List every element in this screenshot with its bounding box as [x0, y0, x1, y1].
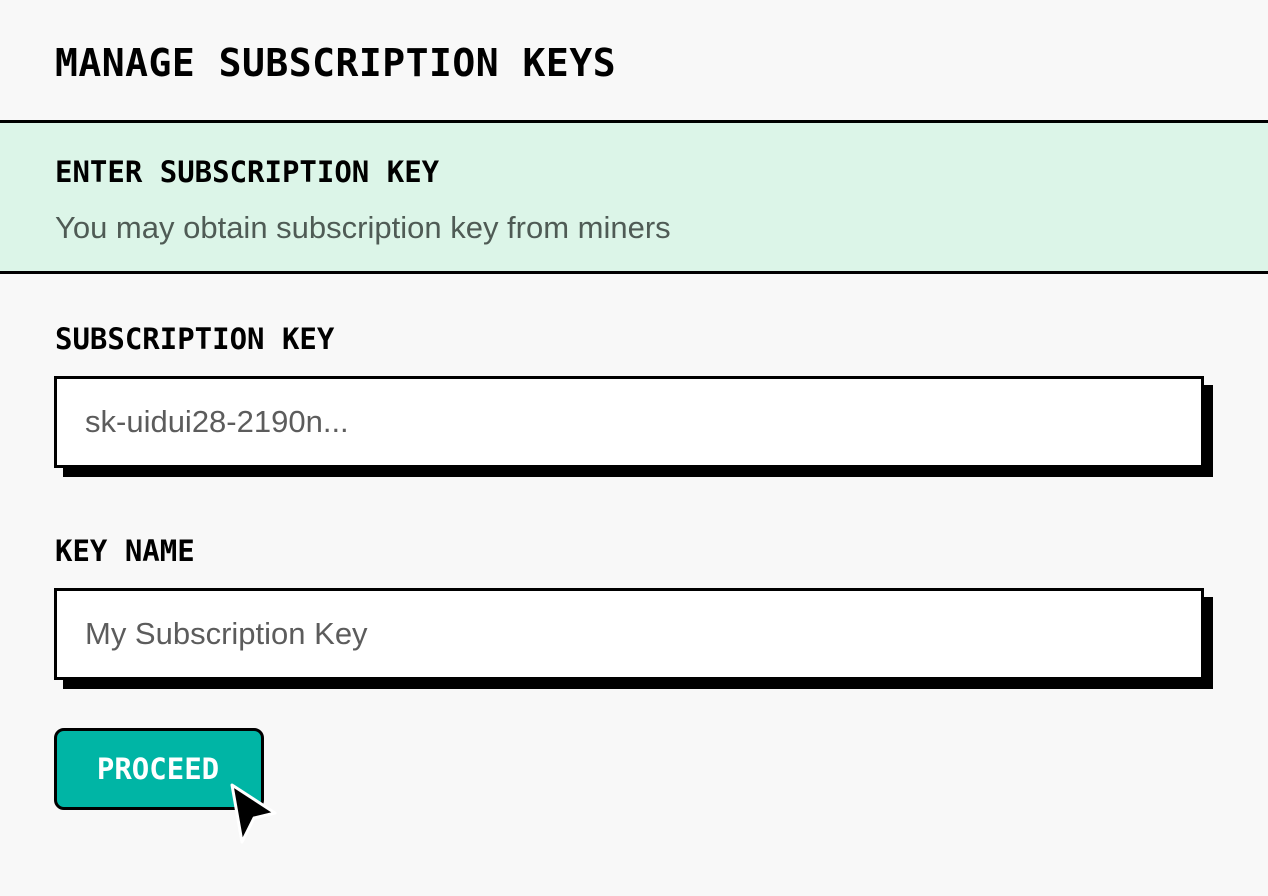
banner-title: ENTER SUBSCRIPTION KEY [55, 155, 440, 189]
proceed-button[interactable]: PROCEED [54, 728, 264, 810]
key-name-label: KEY NAME [55, 534, 195, 568]
key-name-input[interactable] [54, 588, 1204, 680]
info-banner: ENTER SUBSCRIPTION KEY You may obtain su… [0, 120, 1268, 274]
key-name-field [54, 588, 1204, 680]
subscription-key-label: SUBSCRIPTION KEY [55, 322, 335, 356]
banner-subtitle: You may obtain subscription key from min… [55, 210, 671, 245]
page-title: MANAGE SUBSCRIPTION KEYS [55, 41, 617, 85]
subscription-key-field [54, 376, 1204, 468]
subscription-key-input[interactable] [54, 376, 1204, 468]
